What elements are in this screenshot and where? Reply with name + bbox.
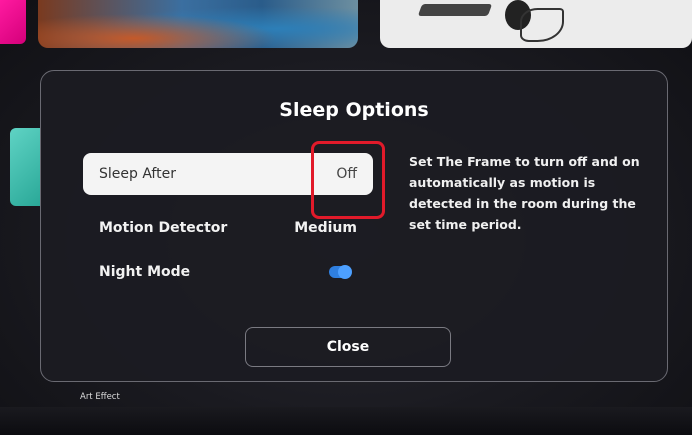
art-thumbnail-teal[interactable] [10, 128, 40, 206]
option-label: Motion Detector [99, 220, 228, 236]
art-thumbnail-landscape[interactable] [38, 0, 358, 48]
toggle-knob [338, 265, 352, 279]
art-effect-label[interactable]: Art Effect [80, 392, 120, 402]
art-thumbnail-pink[interactable] [0, 0, 26, 44]
option-night-mode[interactable]: Night Mode [83, 251, 373, 293]
annotation-highlight-box [311, 141, 385, 219]
tv-bezel [0, 407, 692, 435]
option-value: Medium [294, 220, 357, 236]
close-button[interactable]: Close [245, 327, 451, 367]
option-label: Night Mode [99, 264, 191, 280]
night-mode-toggle-icon[interactable] [329, 265, 352, 279]
option-label: Sleep After [99, 166, 176, 182]
dialog-title: Sleep Options [279, 99, 429, 121]
sleep-options-dialog: Sleep Options Sleep After Off Motion Det… [40, 70, 668, 382]
sketch-mark [520, 8, 564, 42]
art-thumbnail-sketch[interactable] [380, 0, 692, 48]
option-description: Set The Frame to turn off and on automat… [409, 154, 640, 232]
sketch-mark [417, 4, 493, 16]
